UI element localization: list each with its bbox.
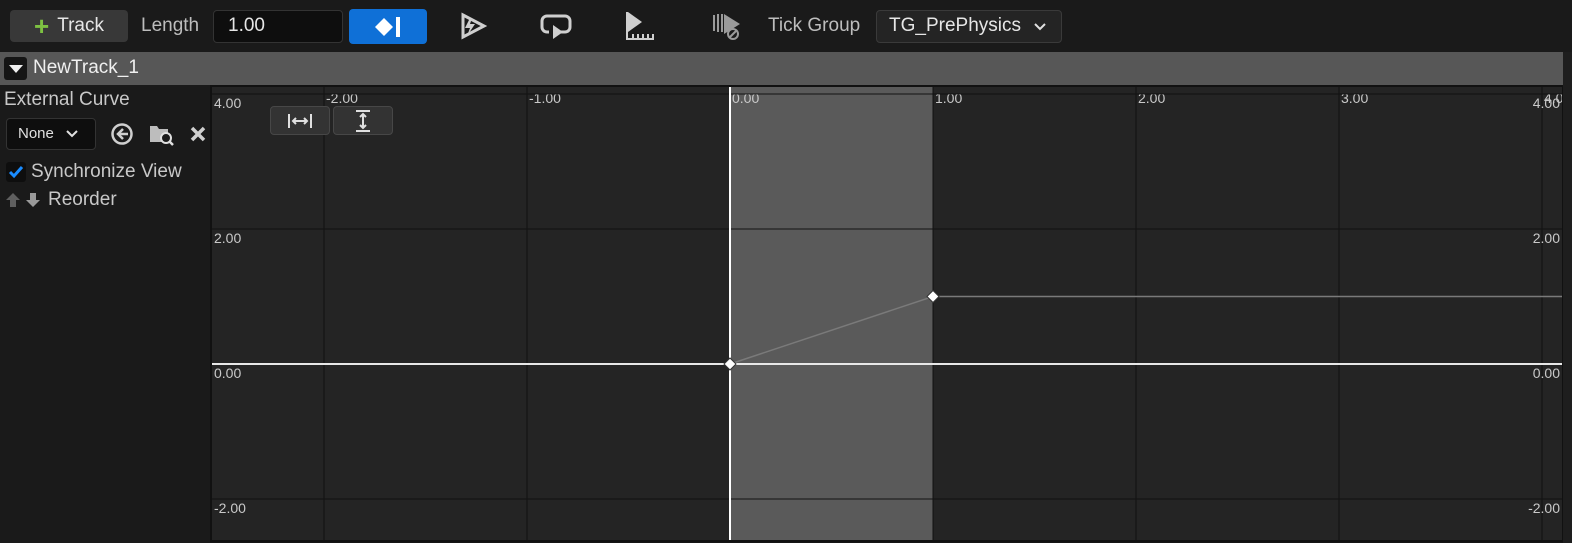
y-tick-label-right: 2.00: [1533, 230, 1560, 246]
synchronize-view-checkbox[interactable]: [6, 162, 26, 182]
length-input[interactable]: 1.00: [213, 10, 343, 43]
timeline-toolbar: + Track Length 1.00 Tick Group TG_PrePhy…: [0, 0, 1572, 52]
reorder-row: Reorder: [4, 189, 117, 211]
close-icon: [190, 126, 206, 142]
add-track-button[interactable]: + Track: [10, 10, 128, 42]
tick-group-label: Tick Group: [768, 15, 861, 36]
triangle-down-icon: [8, 64, 23, 73]
use-last-keyframe-icon: [626, 12, 654, 40]
reorder-label: Reorder: [48, 189, 117, 210]
curve-editor-graph[interactable]: -2.00-1.000.001.002.003.004.004.004.002.…: [212, 87, 1562, 540]
use-selected-asset-button[interactable]: [109, 121, 135, 147]
track-header[interactable]: NewTrack_1: [0, 52, 1572, 85]
use-selected-arrow-icon: [111, 123, 133, 145]
x-tick-label: 2.00: [1138, 90, 1165, 106]
y-tick-label-left: -2.00: [214, 500, 246, 516]
vertical-scrollbar[interactable]: [1563, 52, 1572, 543]
tick-group-dropdown[interactable]: TG_PrePhysics: [876, 10, 1062, 43]
loop-icon: [540, 14, 572, 39]
browse-asset-button[interactable]: [148, 121, 174, 147]
loop-button[interactable]: [534, 8, 578, 44]
autoplay-button[interactable]: [450, 8, 494, 44]
external-curve-dropdown[interactable]: None: [6, 118, 96, 150]
synchronize-view-row: Synchronize View: [6, 161, 182, 183]
add-track-label: Track: [57, 15, 104, 36]
x-tick-label: 0.00: [732, 90, 759, 106]
length-range-region: [730, 87, 933, 540]
track-name: NewTrack_1: [33, 57, 139, 78]
plus-icon: +: [34, 11, 50, 41]
add-key-icon: [375, 16, 400, 37]
clear-curve-button[interactable]: [185, 121, 211, 147]
y-tick-label-left: 2.00: [214, 230, 241, 246]
x-tick-label: -2.00: [326, 90, 358, 106]
move-up-icon[interactable]: [4, 191, 22, 209]
folder-search-icon: [150, 126, 174, 146]
collapse-track-button[interactable]: [4, 57, 27, 80]
external-curve-value: None: [18, 125, 54, 142]
add-key-button[interactable]: [349, 9, 427, 44]
y-tick-label-left: 0.00: [214, 365, 241, 381]
fit-horizontal-icon: [288, 113, 312, 128]
track-properties-panel: External Curve None Synchronize View Reo…: [0, 85, 210, 543]
move-down-icon[interactable]: [24, 191, 42, 209]
x-tick-label: -1.00: [529, 90, 561, 106]
ignore-time-dilation-button[interactable]: [702, 8, 746, 44]
curve-graph-canvas[interactable]: -2.00-1.000.001.002.003.004.004.004.002.…: [212, 87, 1562, 540]
y-tick-label-left: 4.00: [214, 95, 241, 111]
x-tick-label: 1.00: [935, 90, 962, 106]
y-tick-label-right: -2.00: [1528, 500, 1560, 516]
y-tick-label-right: 0.00: [1533, 365, 1560, 381]
ignore-time-dilation-icon: [713, 14, 740, 40]
external-curve-label: External Curve: [4, 89, 130, 110]
synchronize-view-label: Synchronize View: [31, 161, 182, 182]
checkmark-icon: [8, 166, 24, 179]
x-tick-label: 3.00: [1341, 90, 1368, 106]
fit-vertical-button[interactable]: [333, 106, 393, 135]
chevron-down-icon: [1034, 23, 1046, 31]
fit-horizontal-button[interactable]: [270, 106, 330, 135]
use-last-keyframe-button[interactable]: [616, 8, 660, 44]
autoplay-icon: [461, 12, 487, 40]
length-label: Length: [141, 15, 200, 36]
tick-group-value: TG_PrePhysics: [889, 15, 1021, 36]
y-tick-label-right: 4.00: [1533, 95, 1560, 111]
chevron-down-icon: [66, 130, 78, 138]
fit-vertical-icon: [356, 109, 370, 132]
